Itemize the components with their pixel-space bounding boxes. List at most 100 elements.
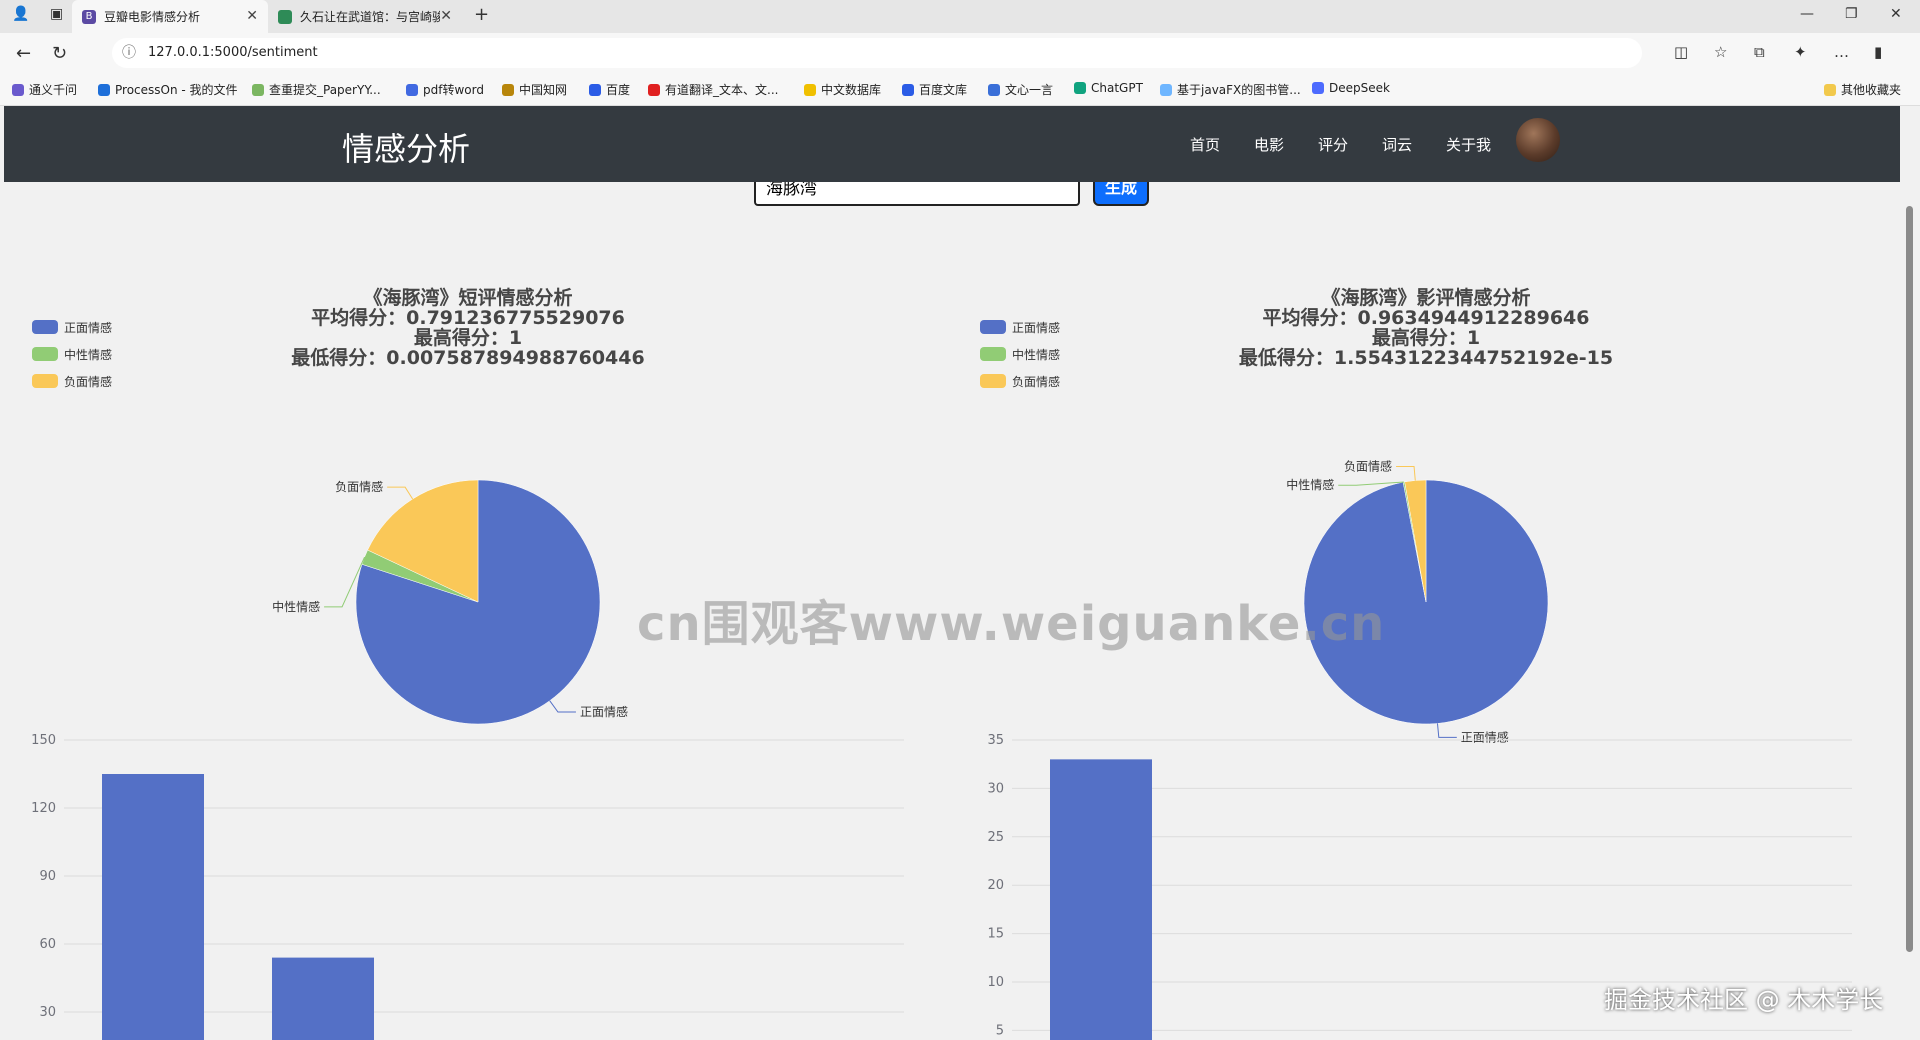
sidebar-icon[interactable]: ▮ <box>1874 43 1882 61</box>
close-tab-icon[interactable]: ✕ <box>246 8 258 24</box>
bookmarks-bar: 通义千问 ProcessOn - 我的文件 查重提交_PaperYY... pd… <box>0 73 1920 106</box>
y-tick-label: 35 <box>987 733 1004 748</box>
pie-label: 负面情感 <box>1344 459 1392 474</box>
y-tick-label: 20 <box>987 878 1004 893</box>
close-window-icon[interactable]: ✕ <box>1890 6 1902 22</box>
bookmark-item[interactable]: 百度 <box>589 81 630 98</box>
tab-title: 久石让在武道馆：与宫崎骏动画· <box>300 10 440 24</box>
back-icon[interactable]: ← <box>16 43 31 64</box>
pie-chart-short-reviews: 《海豚湾》短评情感分析平均得分：0.791236775529076最高得分：1最… <box>32 286 645 725</box>
bookmark-label: 其他收藏夹 <box>1841 83 1902 97</box>
minimize-icon[interactable]: — <box>1800 6 1814 22</box>
bookmark-favicon-icon <box>648 83 660 96</box>
browser-tab-bar: 👤 ▣ B 豆瓣电影情感分析 ✕ 久石让在武道馆：与宫崎骏动画· ✕ + — ❐… <box>0 0 1920 33</box>
bookmark-item[interactable]: 基于javaFX的图书管... <box>1160 81 1301 98</box>
bookmark-item[interactable]: 百度文库 <box>902 81 967 98</box>
tab-actions-icon[interactable]: ▣ <box>50 6 63 22</box>
legend-swatch <box>980 320 1006 334</box>
chart-legend: 正面情感中性情感负面情感 <box>32 320 112 389</box>
restore-icon[interactable]: ❐ <box>1845 6 1858 22</box>
legend-swatch <box>32 320 58 334</box>
profile-icon[interactable]: 👤 <box>12 6 29 22</box>
bookmark-label: 文心一言 <box>1005 83 1054 97</box>
bookmark-folder[interactable]: 其他收藏夹 <box>1824 81 1901 98</box>
pie-label: 中性情感 <box>1286 477 1334 492</box>
legend-label: 正面情感 <box>64 320 112 335</box>
new-tab-icon[interactable]: + <box>474 4 489 25</box>
legend-swatch <box>32 347 58 361</box>
bar <box>272 957 374 1040</box>
legend-swatch <box>980 374 1006 388</box>
navbar-brand[interactable]: 情感分析 <box>342 124 470 170</box>
site-info-icon[interactable]: ⓘ <box>122 38 136 68</box>
page-content: 情感分析 首页 电影 评分 词云 关于我 生成 《海豚湾》短评情感分析平均得分：… <box>4 106 1900 1040</box>
bookmark-item[interactable]: 文心一言 <box>988 81 1053 98</box>
chart-legend: 正面情感中性情感负面情感 <box>980 320 1060 389</box>
bookmark-label: 有道翻译_文本、文... <box>665 83 779 97</box>
legend-label: 负面情感 <box>64 374 112 389</box>
bookmark-label: 百度 <box>606 83 631 97</box>
site-watermark: cn围观客www.weiguanke.cn <box>637 596 1386 652</box>
bookmark-item[interactable]: 通义千问 <box>12 81 77 98</box>
bookmark-label: DeepSeek <box>1329 81 1390 95</box>
y-tick-label: 120 <box>31 801 56 816</box>
chart-title-line: 平均得分：0.791236775529076 <box>311 306 625 329</box>
tab-title: 豆瓣电影情感分析 <box>104 10 201 24</box>
nav-link-ratings[interactable]: 评分 <box>1318 134 1348 155</box>
legend-label: 正面情感 <box>1012 320 1060 335</box>
bar <box>102 774 204 1040</box>
split-screen-icon[interactable]: ◫ <box>1674 43 1688 61</box>
bookmark-label: 百度文库 <box>919 83 968 97</box>
bookmark-item[interactable]: 中国知网 <box>502 81 567 98</box>
favorites-icon[interactable]: ☆ <box>1714 43 1727 61</box>
avatar[interactable] <box>1516 118 1560 162</box>
pie-label: 负面情感 <box>335 479 383 494</box>
scrollbar-thumb[interactable] <box>1906 206 1913 952</box>
bookmark-favicon-icon <box>252 83 264 96</box>
nav-link-wordcloud[interactable]: 词云 <box>1382 134 1412 155</box>
bookmark-label: ProcessOn - 我的文件 <box>115 83 238 97</box>
pie-slices <box>355 479 601 725</box>
pie-chart-long-reviews: 《海豚湾》影评情感分析平均得分：0.9634944912289646最高得分：1… <box>980 286 1613 744</box>
tab-concert[interactable]: 久石让在武道馆：与宫崎骏动画· ✕ <box>268 0 462 33</box>
bookmark-favicon-icon <box>1160 83 1172 96</box>
tab-sentiment[interactable]: B 豆瓣电影情感分析 ✕ <box>72 0 268 33</box>
bookmark-favicon-icon <box>902 83 914 96</box>
bookmark-item[interactable]: 有道翻译_文本、文... <box>648 81 778 98</box>
extensions-icon[interactable]: ✦ <box>1794 43 1807 61</box>
bookmark-item[interactable]: DeepSeek <box>1312 81 1390 95</box>
bookmark-label: 基于javaFX的图书管... <box>1177 83 1301 97</box>
bookmark-item[interactable]: pdf转word <box>406 81 484 98</box>
bookmark-item[interactable]: ChatGPT <box>1074 81 1143 95</box>
nav-link-movies[interactable]: 电影 <box>1254 134 1284 155</box>
bookmark-item[interactable]: 查重提交_PaperYY... <box>252 81 381 98</box>
url-field[interactable]: ⓘ 127.0.0.1:5000/sentiment <box>112 38 1642 68</box>
chart-title-line: 《海豚湾》影评情感分析 <box>1321 286 1530 309</box>
more-menu-icon[interactable]: … <box>1834 43 1849 61</box>
chart-title: 《海豚湾》影评情感分析平均得分：0.9634944912289646最高得分：1… <box>1239 286 1613 369</box>
site-navbar: 情感分析 首页 电影 评分 词云 关于我 <box>4 106 1900 182</box>
collections-icon[interactable]: ⧉ <box>1754 43 1765 61</box>
reload-icon[interactable]: ↻ <box>52 43 67 64</box>
corner-watermark: 掘金技术社区 @ 木木学长 <box>1604 986 1884 1014</box>
folder-icon <box>1824 83 1836 96</box>
bookmark-favicon-icon <box>804 83 816 96</box>
bookmark-favicon-icon <box>406 83 418 96</box>
y-tick-label: 30 <box>987 781 1004 796</box>
nav-link-home[interactable]: 首页 <box>1190 134 1220 155</box>
y-tick-label: 15 <box>987 927 1004 942</box>
bookmark-favicon-icon <box>589 83 601 96</box>
pie-label-line <box>387 486 414 500</box>
y-tick-label: 150 <box>31 733 56 748</box>
tab-favicon-icon: B <box>82 9 96 24</box>
nav-link-about[interactable]: 关于我 <box>1446 134 1491 155</box>
close-tab-icon[interactable]: ✕ <box>440 8 452 24</box>
address-bar-row: ← ↻ ⓘ 127.0.0.1:5000/sentiment ◫ ☆ ⧉ ✦ …… <box>0 33 1920 73</box>
legend-label: 中性情感 <box>64 347 112 362</box>
chart-title-line: 平均得分：0.9634944912289646 <box>1263 306 1590 329</box>
bookmark-item[interactable]: 中文数据库 <box>804 81 881 98</box>
bookmark-item[interactable]: ProcessOn - 我的文件 <box>98 81 238 98</box>
y-tick-label: 60 <box>39 937 56 952</box>
bookmark-label: ChatGPT <box>1091 81 1143 95</box>
pie-label: 中性情感 <box>272 599 320 614</box>
